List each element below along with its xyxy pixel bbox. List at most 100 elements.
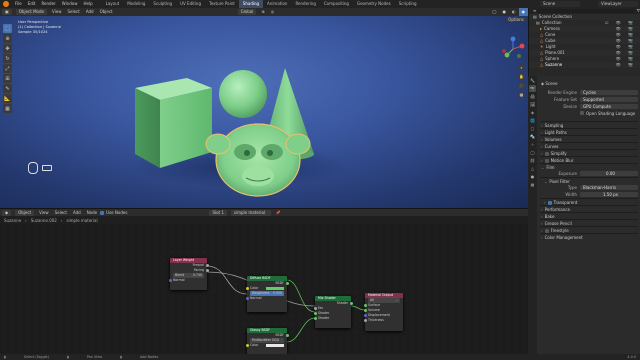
output-socket[interactable] <box>205 269 209 272</box>
tab-compositing[interactable]: Compositing <box>320 0 353 8</box>
input-socket[interactable] <box>313 307 317 310</box>
tab-sculpting[interactable]: Sculpting <box>149 0 176 8</box>
motion-blur-checkbox[interactable] <box>544 159 549 163</box>
editor-type-icon[interactable]: ▣ <box>2 9 12 15</box>
object-tab-icon[interactable]: ▢ <box>529 125 536 132</box>
output-socket[interactable] <box>285 334 289 337</box>
viewport-menu-select[interactable]: Select <box>64 8 82 16</box>
menu-file[interactable]: File <box>12 0 25 8</box>
material-selector[interactable]: simple material <box>230 209 271 216</box>
add-cube-icon[interactable]: ▦ <box>3 104 12 113</box>
input-socket[interactable] <box>245 297 249 300</box>
tab-rendering[interactable]: Rendering <box>291 0 319 8</box>
shading-material-icon[interactable]: ◐ <box>509 8 519 16</box>
options-button[interactable]: Options <box>506 17 526 22</box>
cursor-icon[interactable]: ⊕ <box>3 34 12 43</box>
feature-set-dropdown[interactable]: Supported <box>580 96 638 102</box>
exposure-field[interactable]: 0.00 <box>580 170 638 176</box>
physics-tab-icon[interactable]: ◯ <box>529 149 536 156</box>
texture-tab-icon[interactable]: ▦ <box>529 181 536 188</box>
tab-shading[interactable]: Shading <box>238 0 264 8</box>
shading-solid-icon[interactable]: ● <box>500 8 510 16</box>
filter-type-dropdown[interactable]: Blackman-Harris <box>580 184 638 190</box>
tab-scripting[interactable]: Scripting <box>395 0 421 8</box>
node-glossy-bsdf[interactable]: Glossy BSDF BSDF Multiscatter GGX Color <box>245 328 289 354</box>
tab-layout[interactable]: Layout <box>102 0 124 8</box>
render-tab-icon[interactable]: 📷 <box>529 85 536 92</box>
3d-viewport[interactable]: Options User Perspective (1) Collection … <box>0 16 528 208</box>
input-socket[interactable] <box>363 309 367 312</box>
use-nodes-checkbox[interactable] <box>100 210 105 215</box>
viewport-menu-view[interactable]: View <box>49 8 65 16</box>
scene-selector[interactable]: Scene <box>540 1 580 7</box>
filter-width-field[interactable]: 1.50 px <box>580 191 638 197</box>
freestyle-checkbox[interactable] <box>544 229 549 233</box>
node-mix-shader[interactable]: Mix Shader Shader Fac Shader Shader <box>313 296 353 328</box>
section-bake[interactable]: › Bake <box>540 212 638 219</box>
output-socket[interactable] <box>349 302 353 305</box>
input-socket[interactable] <box>363 319 367 322</box>
measure-icon[interactable]: 📐 <box>3 94 12 103</box>
snap-icon[interactable]: ⊕ <box>258 8 267 16</box>
scale-icon[interactable]: ⤢ <box>3 64 12 73</box>
visibility-icons[interactable]: 👁 📷 <box>616 62 636 68</box>
menu-help[interactable]: Help <box>80 0 95 8</box>
zoom-icon[interactable]: ⌕ <box>518 64 525 71</box>
menu-window[interactable]: Window <box>59 0 81 8</box>
section-volumes[interactable]: › Volumes <box>540 135 638 142</box>
section-pixel-filter[interactable]: ⌄ Pixel Filter <box>540 177 638 184</box>
viewport-menu-add[interactable]: Add <box>83 8 97 16</box>
outliner-search-input[interactable] <box>538 9 635 13</box>
osl-row[interactable]: Open Shading Language <box>540 110 638 116</box>
blender-logo-icon[interactable] <box>3 1 9 7</box>
input-socket[interactable] <box>245 344 249 347</box>
tool-tab-icon[interactable]: 🔧 <box>529 77 536 84</box>
output-socket[interactable] <box>285 282 289 285</box>
section-grease-pencil[interactable]: › Grease Pencil <box>540 219 638 226</box>
navigation-gizmo[interactable] <box>500 36 526 62</box>
transform-icon[interactable]: ⊞ <box>3 74 12 83</box>
modifier-tab-icon[interactable]: 🔩 <box>529 133 536 140</box>
input-socket[interactable] <box>313 312 317 315</box>
output-socket[interactable] <box>205 264 209 267</box>
tab-modeling[interactable]: Modeling <box>123 0 149 8</box>
move-icon[interactable]: ✥ <box>3 44 12 53</box>
shader-type-dropdown[interactable]: Object <box>15 209 35 216</box>
section-light-paths[interactable]: › Light Paths <box>540 128 638 135</box>
node-diffuse-bsdf[interactable]: Diffuse BSDF BSDF Color Roughness 0.000 N… <box>245 276 289 312</box>
annotate-icon[interactable]: ✎ <box>3 84 12 93</box>
shading-wireframe-icon[interactable]: ◯ <box>489 8 499 16</box>
view-layer-selector[interactable]: ViewLayer <box>598 1 638 7</box>
tab-geometry-nodes[interactable]: Geometry Nodes <box>353 0 395 8</box>
section-color-management[interactable]: › Color Management <box>540 233 638 240</box>
input-socket[interactable] <box>168 279 172 282</box>
transparent-checkbox[interactable] <box>547 201 552 205</box>
outliner-row-suzanne[interactable]: △ Suzanne 👁 📷 <box>529 62 640 68</box>
node-layer-weight[interactable]: Layer Weight Fresnel Facing Blend 0.740 N… <box>168 258 209 290</box>
camera-view-icon[interactable]: 🎥 <box>518 82 525 89</box>
tab-uv-editing[interactable]: UV Editing <box>176 0 205 8</box>
funnel-icon[interactable]: ⛛ <box>637 8 640 14</box>
select-box-icon[interactable]: ⬚ <box>3 24 12 33</box>
device-dropdown[interactable]: GPU Compute <box>580 103 638 109</box>
color-swatch[interactable] <box>266 344 284 347</box>
material-tab-icon[interactable]: ● <box>529 173 536 180</box>
pan-hand-icon[interactable]: ✋ <box>518 73 525 80</box>
proportional-edit-icon[interactable]: ◎ <box>268 8 278 16</box>
input-socket[interactable] <box>245 287 249 290</box>
tab-animation[interactable]: Animation <box>263 0 291 8</box>
input-socket[interactable] <box>363 314 367 317</box>
color-swatch[interactable] <box>266 287 284 290</box>
scene-tab-icon[interactable]: ◈ <box>529 109 536 116</box>
input-socket[interactable] <box>363 304 367 307</box>
section-curves[interactable]: › Curves <box>540 142 638 149</box>
output-tab-icon[interactable]: 🖨 <box>529 93 536 100</box>
transform-orientation-dropdown[interactable]: Global <box>237 9 257 15</box>
tab-texture-paint[interactable]: Texture Paint <box>205 0 239 8</box>
view-layer-tab-icon[interactable]: 🖼 <box>529 101 536 108</box>
node-editor-type-icon[interactable]: ◆ <box>2 209 12 216</box>
section-simplify[interactable]: › Simplify <box>540 149 638 156</box>
world-tab-icon[interactable]: 🌐 <box>529 117 536 124</box>
data-tab-icon[interactable]: △ <box>529 165 536 172</box>
section-sampling[interactable]: › Sampling <box>540 121 638 128</box>
